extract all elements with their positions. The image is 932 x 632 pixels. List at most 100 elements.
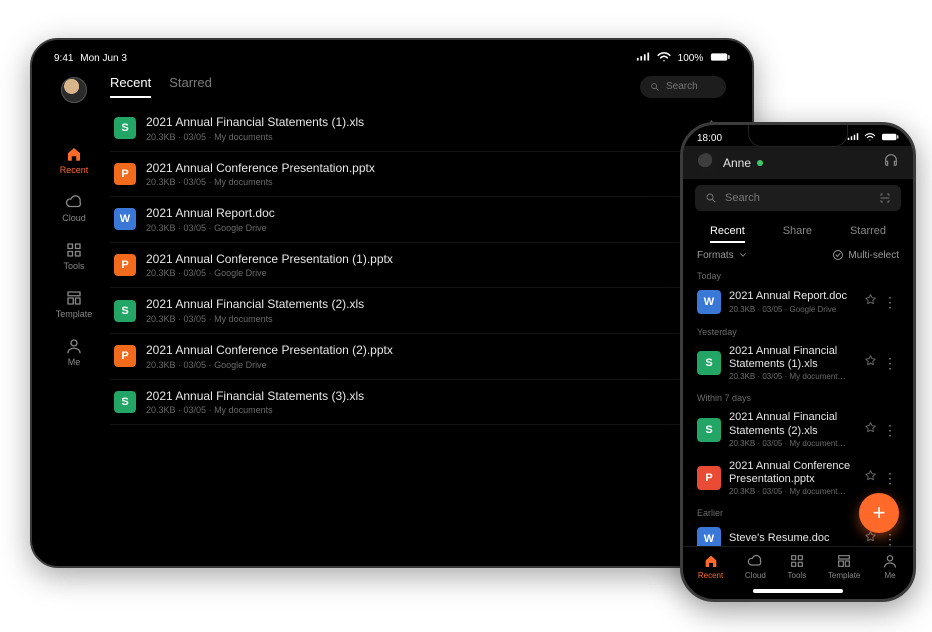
person-icon [65, 337, 83, 355]
search-input[interactable]: Search [695, 185, 901, 211]
person-icon [882, 553, 898, 569]
file-meta: 2021 Annual Report.doc 20.3KB03/05Google… [146, 206, 701, 233]
file-subtitle: 20.3KB03/05My documents [146, 132, 701, 142]
phone-header: Anne [683, 146, 913, 179]
more-button[interactable]: ⋮ [881, 467, 899, 489]
file-row[interactable]: P 2021 Annual Conference Presentation (1… [110, 243, 726, 289]
add-button[interactable]: + [859, 493, 899, 533]
more-button[interactable]: ⋮ [881, 291, 899, 313]
filter-bar: Formats Multi-select [683, 243, 913, 265]
multi-select-label: Multi-select [848, 250, 899, 261]
grid-icon [65, 241, 83, 259]
file-subtitle: 20.3KB03/05Google Drive [146, 268, 701, 278]
file-type-icon: S [697, 418, 721, 442]
nav-tools[interactable]: Tools [788, 553, 807, 580]
user-profile[interactable]: Anne [697, 153, 763, 173]
avatar [697, 153, 717, 173]
home-indicator[interactable] [753, 589, 843, 593]
plus-icon: + [873, 500, 886, 526]
tab-recent[interactable]: Recent [110, 75, 151, 98]
nav-label: Template [828, 571, 860, 580]
file-row[interactable]: S 2021 Annual Financial Statements (2).x… [683, 405, 913, 453]
nav-cloud[interactable]: Cloud [745, 553, 766, 580]
file-row[interactable]: S 2021 Annual Financial Statements (1).x… [683, 339, 913, 387]
file-row[interactable]: P 2021 Annual Conference Presentation.pp… [110, 152, 726, 198]
wifi-icon [657, 54, 674, 65]
tab-share[interactable]: Share [783, 221, 812, 243]
file-name: 2021 Annual Financial Statements (3).xls [146, 389, 701, 405]
formats-label: Formats [697, 250, 734, 261]
sidebar-label: Me [68, 357, 81, 367]
star-button[interactable] [860, 289, 881, 315]
file-row[interactable]: S 2021 Annual Financial Statements (2).x… [110, 288, 726, 334]
file-subtitle: 20.3KB03/05Google Drive [146, 223, 701, 233]
more-button[interactable]: ⋮ [881, 352, 899, 374]
file-row[interactable]: S 2021 Annual Financial Statements (1).x… [110, 106, 726, 152]
file-list: S 2021 Annual Financial Statements (1).x… [110, 106, 726, 425]
search-input[interactable]: Search [640, 76, 726, 98]
cloud-icon [65, 193, 83, 211]
nav-template[interactable]: Template [828, 553, 860, 580]
sidebar-item-template[interactable]: Template [56, 289, 93, 319]
tab-starred[interactable]: Starred [169, 75, 212, 96]
sidebar-label: Cloud [62, 213, 86, 223]
file-meta: 2021 Annual Conference Presentation.pptx… [146, 161, 701, 188]
sidebar-item-cloud[interactable]: Cloud [62, 193, 86, 223]
file-meta: 2021 Annual Report.doc 20.3KB03/05Google… [729, 290, 860, 313]
file-meta: 2021 Annual Financial Statements (2).xls… [729, 411, 860, 447]
file-name: 2021 Annual Financial Statements (1).xls [729, 345, 860, 371]
star-button[interactable] [860, 417, 881, 443]
file-row[interactable]: W 2021 Annual Report.doc 20.3KB03/05Goog… [110, 197, 726, 243]
star-button[interactable] [860, 350, 881, 376]
sidebar-item-me[interactable]: Me [65, 337, 83, 367]
formats-dropdown[interactable]: Formats [697, 250, 748, 261]
file-row[interactable]: S 2021 Annual Financial Statements (3).x… [110, 380, 726, 426]
tab-starred[interactable]: Starred [850, 221, 886, 243]
search-icon [705, 192, 717, 204]
tablet-status-bar: 9:41 Mon Jun 3 100% [44, 52, 740, 69]
file-subtitle: 20.3KB03/05My documents [146, 177, 701, 187]
file-type-icon: W [114, 208, 136, 230]
file-name: 2021 Annual Conference Presentation.pptx [729, 460, 860, 486]
sidebar-label: Tools [63, 261, 84, 271]
section-header: Yesterday [683, 321, 913, 339]
file-meta: 2021 Annual Financial Statements (1).xls… [729, 345, 860, 381]
phone-bottom-nav: Recent Cloud Tools Template Me [683, 546, 913, 586]
sidebar-item-recent[interactable]: Recent [60, 145, 89, 175]
nav-label: Recent [698, 571, 723, 580]
file-type-icon: W [697, 290, 721, 314]
scan-icon[interactable] [879, 192, 891, 204]
tablet-device: 9:41 Mon Jun 3 100% Recent [30, 38, 754, 568]
star-button[interactable] [860, 465, 881, 491]
sidebar-label: Template [56, 309, 93, 319]
sidebar-label: Recent [60, 165, 89, 175]
status-time: 18:00 [697, 133, 722, 144]
file-row[interactable]: W 2021 Annual Report.doc 20.3KB03/05Goog… [683, 283, 913, 321]
cloud-icon [747, 553, 763, 569]
file-type-icon: P [697, 466, 721, 490]
nav-recent[interactable]: Recent [698, 553, 723, 580]
file-type-icon: W [697, 527, 721, 546]
file-meta: 2021 Annual Financial Statements (2).xls… [146, 297, 701, 324]
phone-tabs: Recent Share Starred [683, 217, 913, 243]
headphones-icon[interactable] [883, 152, 899, 173]
signal-icon [636, 54, 653, 65]
more-button[interactable]: ⋮ [881, 419, 899, 441]
file-type-icon: S [114, 300, 136, 322]
file-name: 2021 Annual Report.doc [146, 206, 701, 222]
template-icon [65, 289, 83, 307]
tab-recent[interactable]: Recent [710, 221, 745, 243]
status-time: 9:41 [54, 53, 73, 64]
nav-me[interactable]: Me [882, 553, 898, 580]
file-row[interactable]: P 2021 Annual Conference Presentation (2… [110, 334, 726, 380]
file-meta: 2021 Annual Financial Statements (3).xls… [146, 389, 701, 416]
file-meta: 2021 Annual Conference Presentation.pptx… [729, 460, 860, 496]
file-meta: Steve's Resume.doc [729, 532, 860, 546]
status-date: Mon Jun 3 [80, 53, 127, 64]
sidebar-item-tools[interactable]: Tools [63, 241, 84, 271]
avatar[interactable] [61, 77, 87, 103]
tablet-main: Recent Starred Search S 2021 Annual Fina… [104, 69, 740, 554]
notch [748, 125, 848, 147]
multi-select-toggle[interactable]: Multi-select [832, 249, 899, 261]
file-meta: 2021 Annual Conference Presentation (1).… [146, 252, 701, 279]
